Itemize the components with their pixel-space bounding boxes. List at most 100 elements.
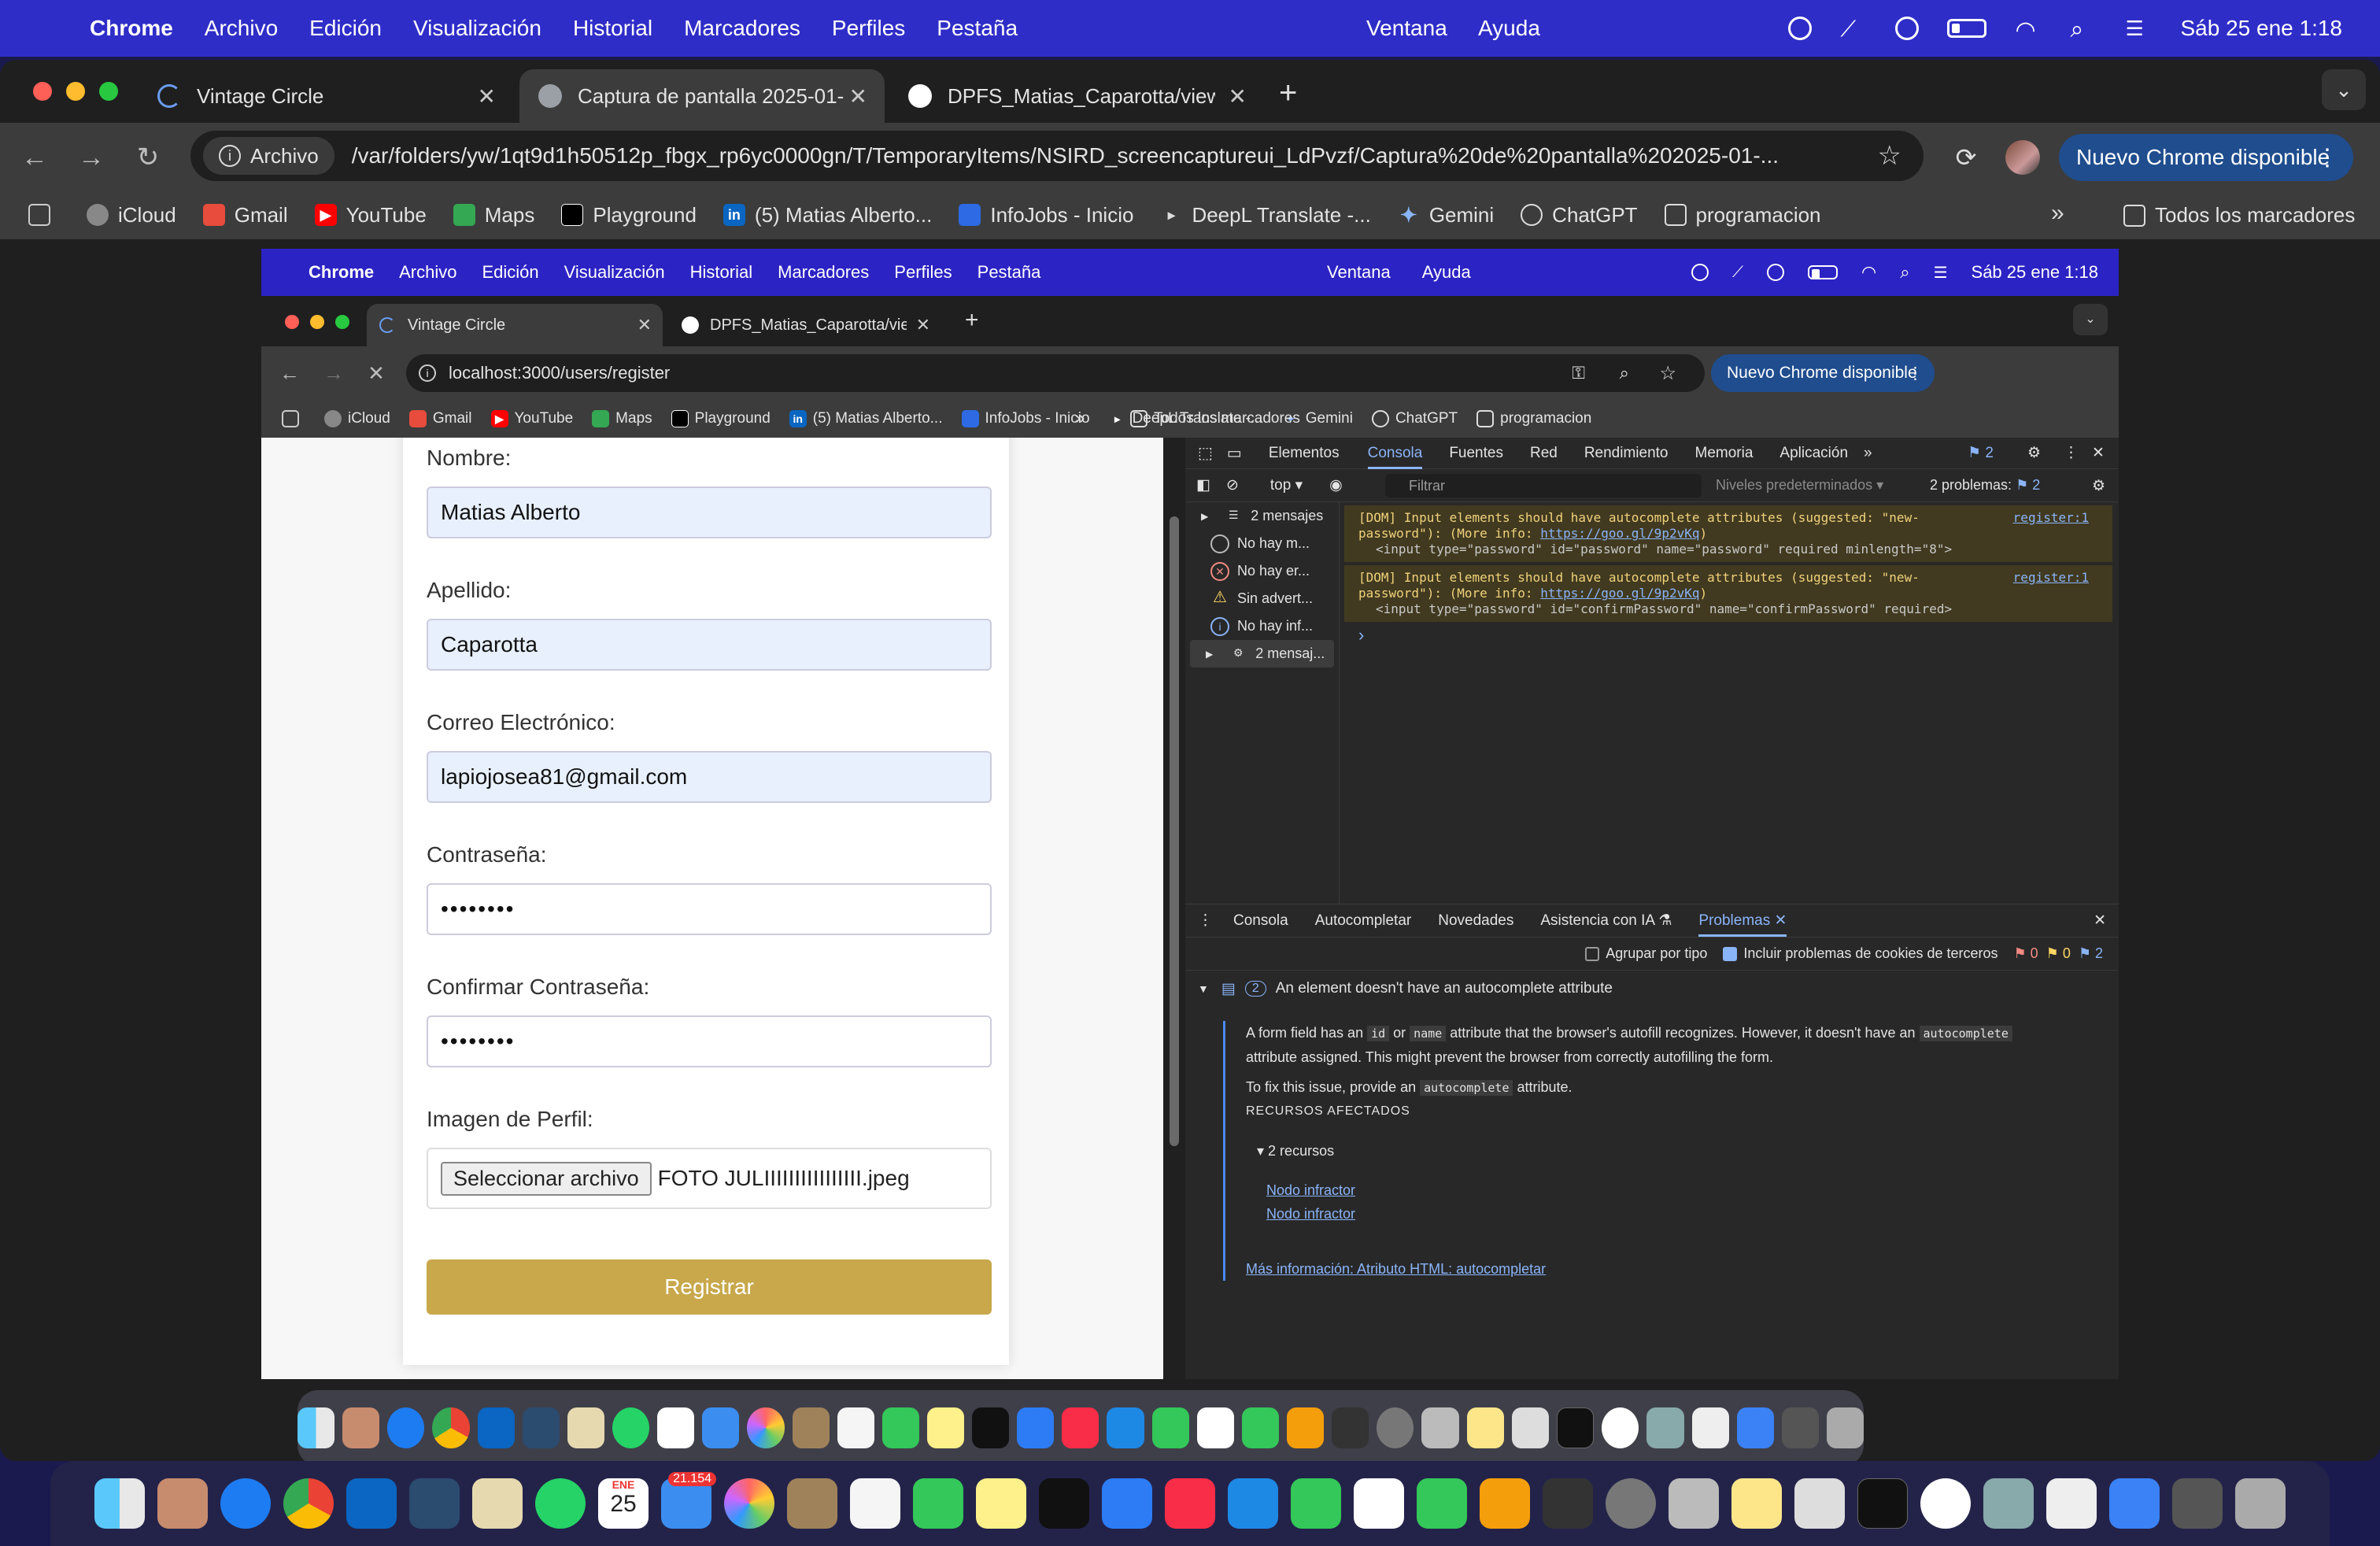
apple-menu-icon[interactable] xyxy=(31,15,58,42)
launchpad-icon[interactable] xyxy=(157,1478,208,1529)
calendar-icon[interactable]: ENE 25 xyxy=(598,1478,649,1529)
element-snippet[interactable]: <input type="password" id="password" nam… xyxy=(1358,542,2103,557)
tab-vintage-circle[interactable]: Vintage Circle ✕ xyxy=(139,69,513,123)
tab-aplicacion[interactable]: Aplicación xyxy=(1779,445,1848,462)
stickies-icon[interactable] xyxy=(1731,1478,1782,1529)
password-input[interactable]: •••••••• xyxy=(427,883,992,935)
photos-icon[interactable] xyxy=(724,1478,774,1529)
mysql-workbench-icon[interactable] xyxy=(409,1478,460,1529)
chatgpt-app-icon[interactable] xyxy=(1920,1478,1971,1529)
more-menu-icon[interactable]: ⋮ xyxy=(2315,144,2339,172)
inspect-element-icon[interactable]: ⬚ xyxy=(1198,443,1213,463)
drawer-tab-autocompletar[interactable]: Autocompletar xyxy=(1315,912,1412,930)
group-by-type-checkbox[interactable]: Agrupar por tipo xyxy=(1585,945,1707,962)
apps-grid-icon[interactable] xyxy=(28,204,60,226)
context-selector[interactable]: top ▾ xyxy=(1270,476,1303,494)
screen-sharing-icon[interactable] xyxy=(1983,1478,2034,1529)
preview-icon[interactable] xyxy=(472,1478,523,1529)
bookmark-star-icon[interactable]: ☆ xyxy=(1878,140,1901,172)
freeform-icon[interactable] xyxy=(1354,1478,1404,1529)
scrollbar-thumb[interactable] xyxy=(1170,516,1179,1146)
more-info-link[interactable]: https://goo.gl/9p2vKq xyxy=(1540,526,1699,541)
pen-off-icon[interactable]: ⟋ xyxy=(1840,17,1867,41)
close-devtools-icon[interactable]: ✕ xyxy=(2092,444,2105,462)
bookmark-infojobs[interactable]: InfoJobs - Inicio xyxy=(959,203,1133,227)
select-file-button[interactable]: Seleccionar archivo xyxy=(441,1161,652,1196)
close-tab-icon[interactable]: ✕ xyxy=(478,83,496,109)
sidebar-user-messages[interactable]: No hay m... xyxy=(1185,530,1339,557)
nombre-input[interactable]: Matias Alberto xyxy=(427,486,992,538)
sidebar-verbose[interactable]: ▶ ⚙ 2 mensaj... xyxy=(1190,640,1334,668)
menu-chrome[interactable]: Chrome xyxy=(90,16,173,41)
sidebar-info[interactable]: i No hay inf... xyxy=(1185,612,1339,640)
calculator-icon[interactable] xyxy=(1543,1478,1593,1529)
drawer-menu-icon[interactable]: ⋮ xyxy=(1198,912,1213,930)
tab-github-dpfs[interactable]: DPFS_Matias_Caparotta/view ✕ xyxy=(889,69,1264,123)
vscode-icon[interactable] xyxy=(346,1478,397,1529)
learn-more-link[interactable]: Más información: Atributo HTML: autocomp… xyxy=(1246,1257,2105,1281)
close-tab-icon[interactable]: ✕ xyxy=(849,83,867,109)
menu-pestana[interactable]: Pestaña xyxy=(937,16,1018,41)
issues-counter[interactable]: ⚑ 2 xyxy=(1968,444,1994,462)
url-text[interactable]: /var/folders/yw/1qt9d1h50512p_fbgx_rp6yc… xyxy=(352,143,1894,168)
menu-visualizacion[interactable]: Visualización xyxy=(413,16,541,41)
new-tab-icon[interactable]: + xyxy=(1279,76,1297,111)
profile-image-file-input[interactable]: Seleccionar archivo FOTO JULIIIIIIIIIIII… xyxy=(427,1148,992,1209)
more-bookmarks-icon[interactable]: » xyxy=(2051,200,2064,227)
downloads-folder-icon[interactable] xyxy=(2172,1478,2223,1529)
installer-icon[interactable] xyxy=(1669,1478,1719,1529)
resources-toggle[interactable]: ▾ 2 recursos xyxy=(1257,1139,2105,1163)
email-input[interactable]: lapiojosea81@gmail.com xyxy=(427,751,992,803)
offending-node-link[interactable]: Nodo infractor xyxy=(1266,1178,2105,1202)
message-source-link[interactable]: register:1 xyxy=(2013,570,2089,586)
sidebar-toggle-icon[interactable]: ◧ xyxy=(1196,476,1210,494)
element-snippet[interactable]: <input type="password" id="confirmPasswo… xyxy=(1358,601,2103,617)
close-drawer-icon[interactable]: ✕ xyxy=(2094,912,2106,930)
drawer-tab-problemas[interactable]: Problemas ✕ xyxy=(1698,912,1787,937)
textedit-icon[interactable] xyxy=(2046,1478,2097,1529)
all-bookmarks-folder[interactable]: Todos los marcadores xyxy=(2123,203,2355,227)
offending-node-link[interactable]: Nodo infractor xyxy=(1266,1202,2105,1226)
bookmark-folder-programacion[interactable]: programacion xyxy=(1664,203,1821,227)
console-warning-message[interactable]: register:1 [DOM] Input elements should h… xyxy=(1344,565,2112,622)
message-source-link[interactable]: register:1 xyxy=(2013,510,2089,526)
close-tab-icon[interactable]: ✕ xyxy=(1775,912,1787,929)
menu-ayuda[interactable]: Ayuda xyxy=(1478,16,1540,41)
menu-marcadores[interactable]: Marcadores xyxy=(684,16,800,41)
wifi-icon[interactable]: ◠ xyxy=(2015,17,2042,43)
include-third-party-checkbox[interactable]: Incluir problemas de cookies de terceros xyxy=(1723,945,1998,962)
bookmark-youtube[interactable]: ▶ YouTube xyxy=(314,203,427,227)
sidebar-errors[interactable]: ✕ No hay er... xyxy=(1185,557,1339,585)
back-arrow-icon[interactable]: ← xyxy=(16,139,54,176)
system-settings-icon[interactable] xyxy=(1606,1478,1656,1529)
bookmark-icloud[interactable]: iCloud xyxy=(87,203,176,227)
forward-arrow-icon[interactable]: → xyxy=(72,139,110,176)
messages-icon[interactable] xyxy=(913,1478,963,1529)
console-warning-message[interactable]: register:1 [DOM] Input elements should h… xyxy=(1344,505,2112,562)
menu-perfiles[interactable]: Perfiles xyxy=(832,16,905,41)
battery-icon[interactable] xyxy=(1947,19,1987,38)
mail-icon[interactable]: 21.154 xyxy=(661,1472,716,1529)
menubar-clock[interactable]: Sáb 25 ene 1:18 xyxy=(2180,16,2342,41)
tab-memoria[interactable]: Memoria xyxy=(1695,445,1754,462)
user-status-icon[interactable] xyxy=(1895,17,1920,40)
console-prompt-icon[interactable]: › xyxy=(1358,625,2112,645)
chatgpt-status-icon[interactable] xyxy=(1788,17,1813,40)
reminders-icon[interactable] xyxy=(850,1478,900,1529)
menu-historial[interactable]: Historial xyxy=(573,16,652,41)
apellido-input[interactable]: Caparotta xyxy=(427,619,992,671)
bookmark-gmail[interactable]: Gmail xyxy=(202,203,288,227)
clear-console-icon[interactable]: ⊘ xyxy=(1226,476,1239,494)
page-scrollbar[interactable] xyxy=(1163,438,1185,1379)
notes-icon[interactable] xyxy=(976,1478,1026,1529)
script-editor-icon[interactable] xyxy=(1794,1478,1845,1529)
menu-ventana[interactable]: Ventana xyxy=(1366,16,1447,41)
chrome-icon[interactable] xyxy=(283,1478,334,1529)
more-options-icon[interactable]: ⋮ xyxy=(2064,444,2079,462)
terminal-icon[interactable] xyxy=(1857,1478,1908,1529)
control-center-icon[interactable]: ☰ xyxy=(2125,17,2152,40)
bookmark-playground[interactable]: Playground xyxy=(561,203,697,227)
console-settings-icon[interactable]: ⚙ xyxy=(2092,477,2105,495)
settings-gear-icon[interactable]: ⚙ xyxy=(2027,444,2041,462)
log-levels-dropdown[interactable]: Niveles predeterminados ▾ xyxy=(1716,477,1883,494)
